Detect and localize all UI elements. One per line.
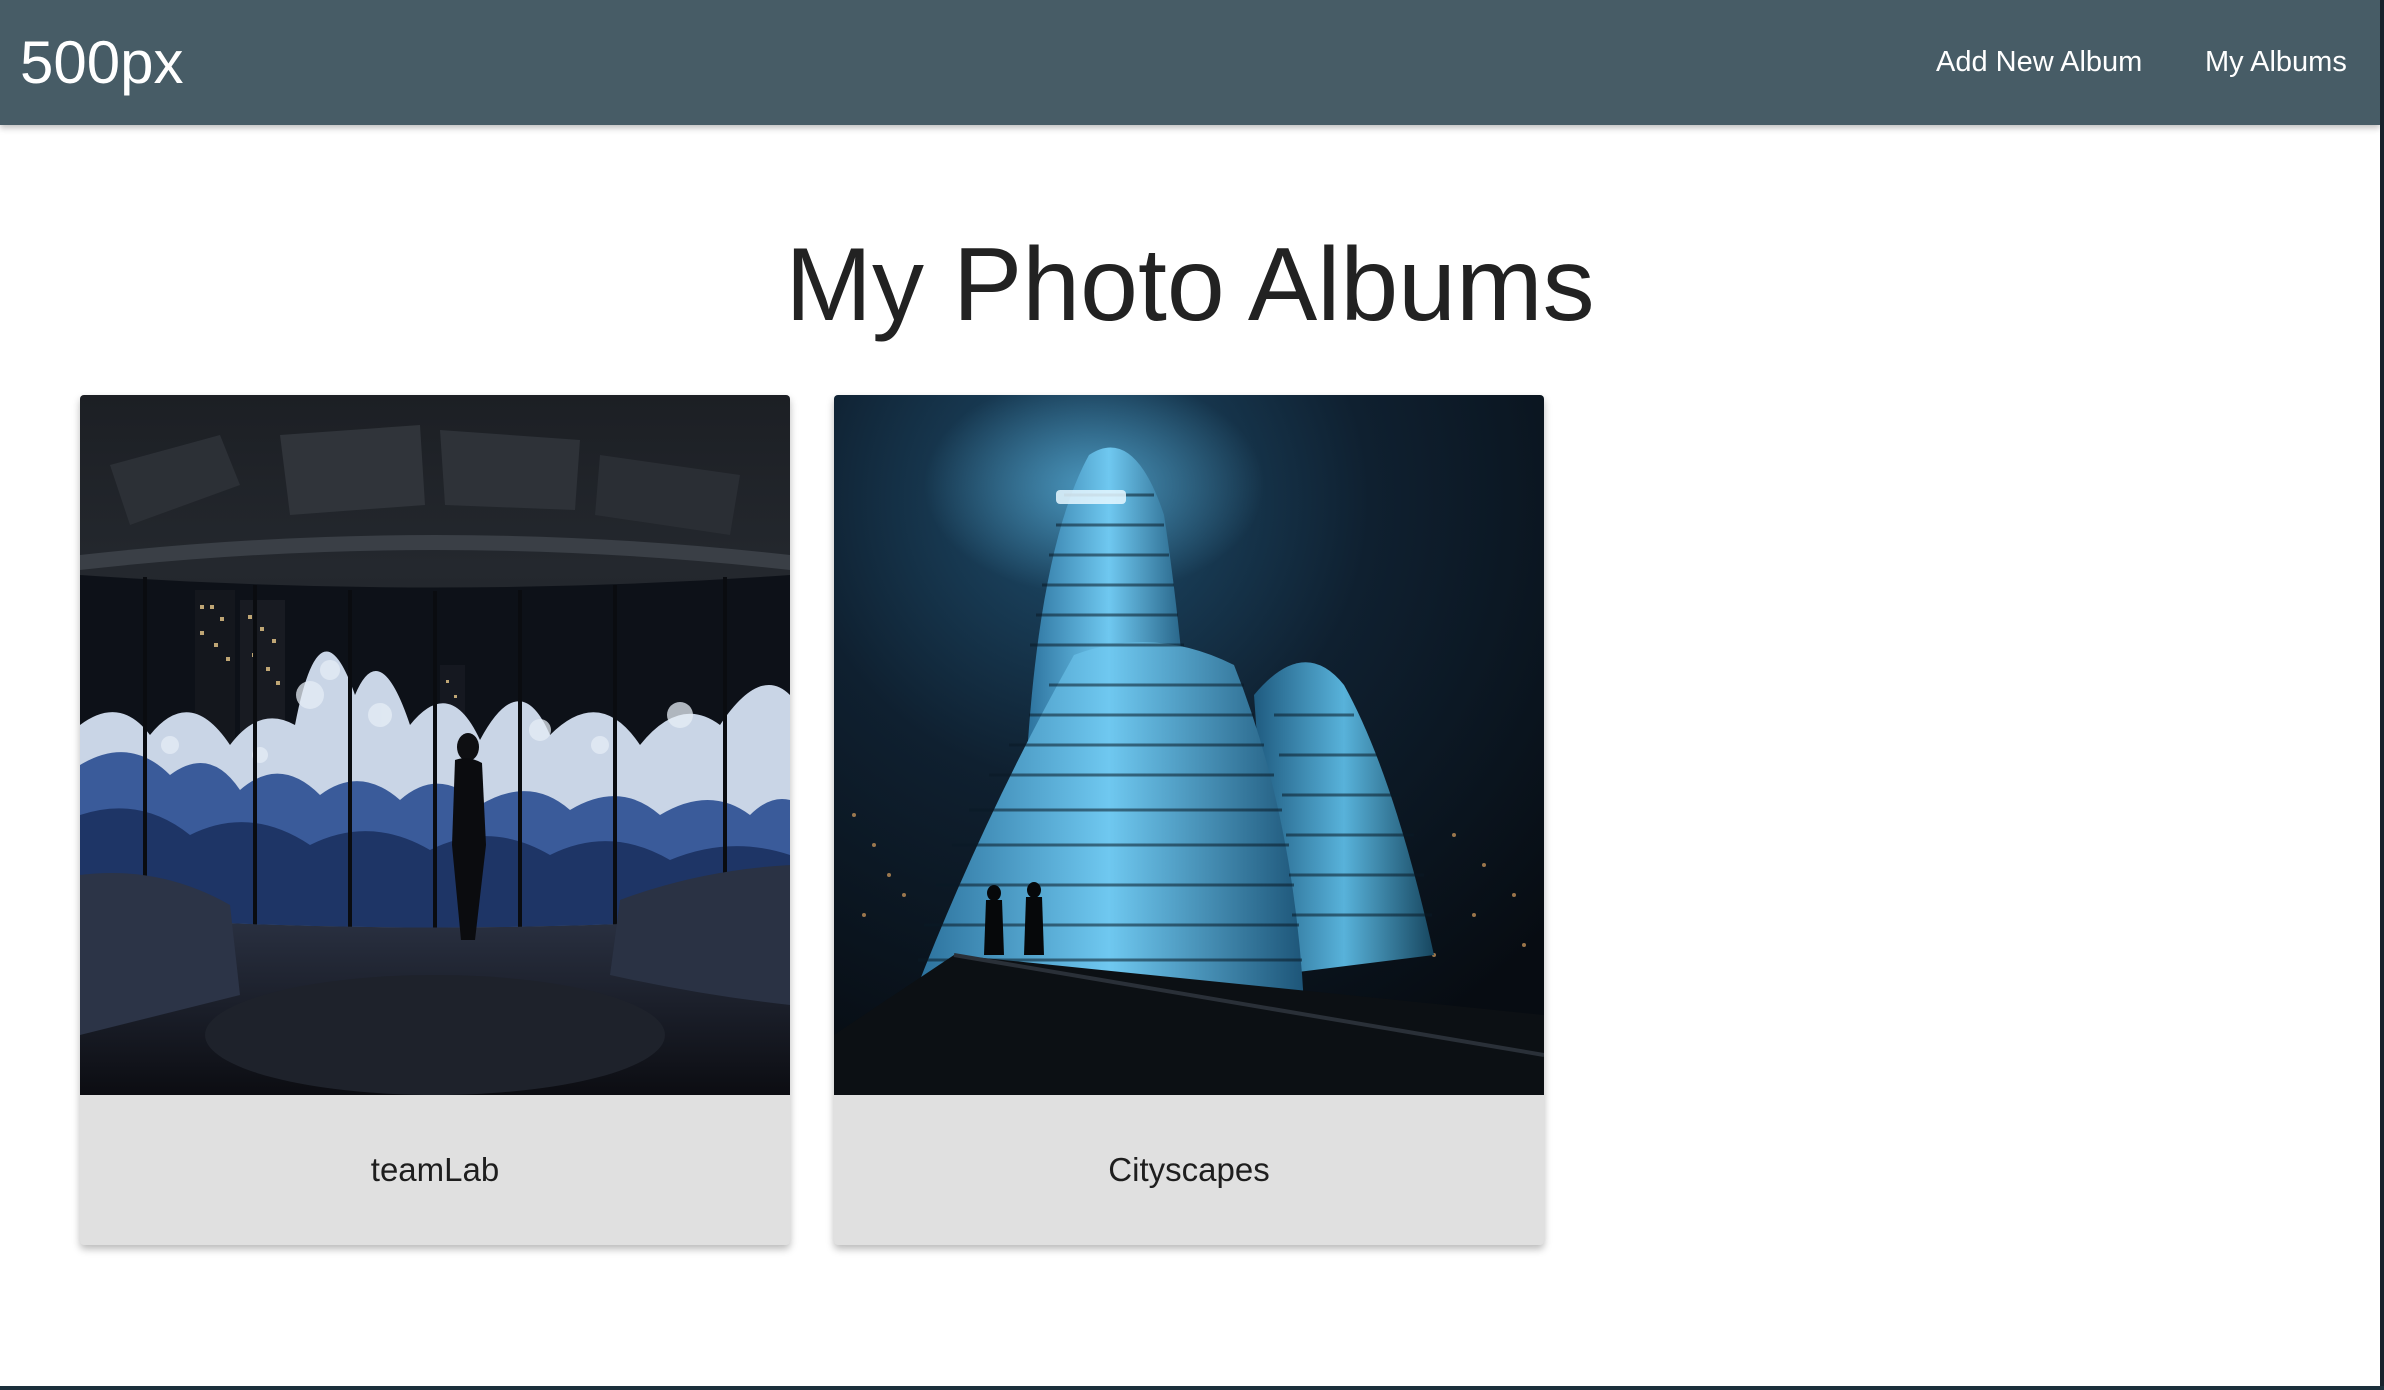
album-cover-image[interactable] (80, 395, 790, 1095)
album-cover-image[interactable] (834, 395, 1544, 1095)
brand-logo[interactable]: 500px (20, 28, 183, 98)
add-new-album-link[interactable]: Add New Album (1936, 44, 2142, 80)
navbar: 500px Add New Album My Albums (0, 0, 2380, 125)
album-title[interactable]: teamLab (80, 1095, 790, 1245)
window-edge (2380, 0, 2384, 1390)
album-title[interactable]: Cityscapes (834, 1095, 1544, 1245)
page-title: My Photo Albums (785, 227, 1595, 343)
album-card-teamlab[interactable]: teamLab (80, 395, 790, 1245)
album-card-cityscapes[interactable]: Cityscapes (834, 395, 1544, 1245)
my-albums-link[interactable]: My Albums (2205, 44, 2347, 80)
window-bottom-edge (0, 1386, 2384, 1390)
page: 500px Add New Album My Albums My Photo A… (0, 0, 2380, 1386)
